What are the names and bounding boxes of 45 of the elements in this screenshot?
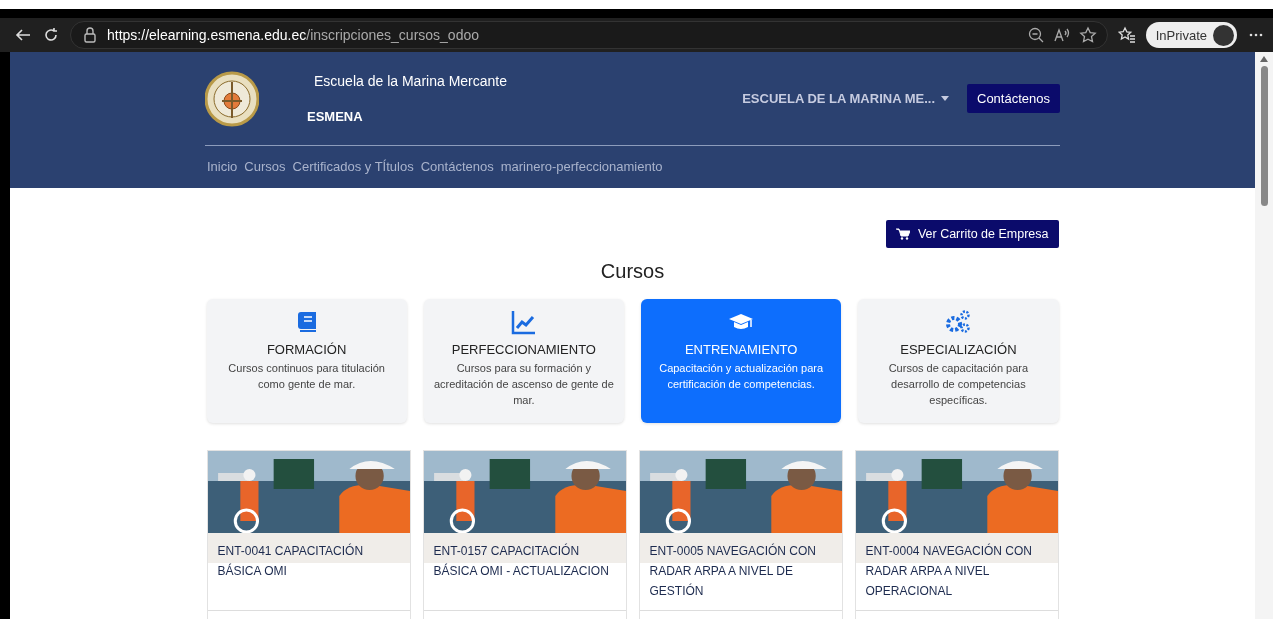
zoom-out-icon[interactable] xyxy=(1026,26,1045,44)
caret-icon xyxy=(941,96,949,101)
lock-icon xyxy=(81,26,99,44)
line-chart-icon xyxy=(510,309,537,335)
course-title[interactable]: ENT-0004 NAVEGACIÓN CON RADAR ARPA A NIVEL OPERACIONAL xyxy=(855,533,1058,611)
category-card[interactable]: ESPECIALIZACIÓN Cursos de capacitación para desarrollo de competencias específicas. xyxy=(858,299,1059,423)
category-title: PERFECCIONAMIENTO xyxy=(451,342,596,357)
course-title[interactable]: ENT-0005 NAVEGACIÓN CON RADAR ARPA A NIVEL DE GESTIÓN xyxy=(639,533,842,611)
nav-link[interactable]: marinero-perfeccionamiento xyxy=(500,159,663,174)
category-title: FORMACIÓN xyxy=(266,342,347,357)
scrollbar-thumb[interactable] xyxy=(1260,66,1268,206)
site-short-name: ESMENA xyxy=(307,109,364,124)
contact-button[interactable]: Contáctenos xyxy=(967,84,1060,113)
nav-link[interactable]: Cursos xyxy=(244,159,286,174)
course-card[interactable]: ENT-0005 NAVEGACIÓN CON RADAR ARPA A NIVEL DE GESTIÓN xyxy=(638,450,843,619)
category-card[interactable]: PERFECCIONAMIENTO Cursos para su formación y acreditación de ascenso de gente de mar. xyxy=(423,299,624,423)
course-card[interactable]: ENT-0157 CAPACITACIÓN BÁSICA OMI - ACTUALIZACION xyxy=(422,450,627,619)
cart-button[interactable]: Ver Carrito de Empresa xyxy=(885,220,1059,248)
scroll-up-icon[interactable] xyxy=(1260,56,1268,62)
category-card[interactable]: ENTRENAMIENTO Capacitación y actualización para certificación de competencias. xyxy=(641,299,842,423)
avatar-icon xyxy=(1213,24,1234,46)
star-icon[interactable] xyxy=(1078,26,1097,44)
site-title: Escuela de la Marina Mercante xyxy=(314,73,507,89)
category-card[interactable]: FORMACIÓN Cursos continuos para titulación como gente de mar. xyxy=(206,299,407,423)
nav-link[interactable]: Certificados y TÍtulos xyxy=(292,159,414,174)
nav-link[interactable]: Contáctenos xyxy=(420,159,494,174)
reload-icon[interactable] xyxy=(42,26,60,44)
page-heading: Cursos xyxy=(599,260,666,283)
category-description: Cursos de capacitación para desarrollo de competencias específicas. xyxy=(887,361,1030,408)
read-aloud-icon[interactable] xyxy=(1052,26,1071,44)
course-card[interactable]: ENT-0041 CAPACITACIÓN BÁSICA OMI xyxy=(206,450,411,619)
cart-icon xyxy=(895,228,910,240)
category-description: Capacitación y actualización para certificación de competencias. xyxy=(658,361,825,392)
category-description: Cursos para su formación y acreditación de ascenso de gente de mar. xyxy=(433,361,614,408)
profile-button[interactable]: InPrivate xyxy=(1145,22,1237,48)
favorites-icon[interactable] xyxy=(1117,26,1136,44)
category-title: ENTRENAMIENTO xyxy=(684,342,798,357)
category-title: ESPECIALIZACIÓN xyxy=(900,342,1017,357)
category-description: Cursos continuos para titulación como gente de mar. xyxy=(227,361,386,392)
gears-icon xyxy=(945,309,972,335)
course-title[interactable]: ENT-0041 CAPACITACIÓN BÁSICA OMI xyxy=(207,533,410,611)
course-title[interactable]: ENT-0157 CAPACITACIÓN BÁSICA OMI - ACTUALIZACION xyxy=(423,533,626,611)
nav-link[interactable]: Inicio xyxy=(207,159,238,174)
course-card[interactable]: ENT-0004 NAVEGACIÓN CON RADAR ARPA A NIVEL OPERACIONAL xyxy=(854,450,1059,619)
company-dropdown[interactable]: ESCUELA DE LA MARINA ME... xyxy=(736,90,955,107)
